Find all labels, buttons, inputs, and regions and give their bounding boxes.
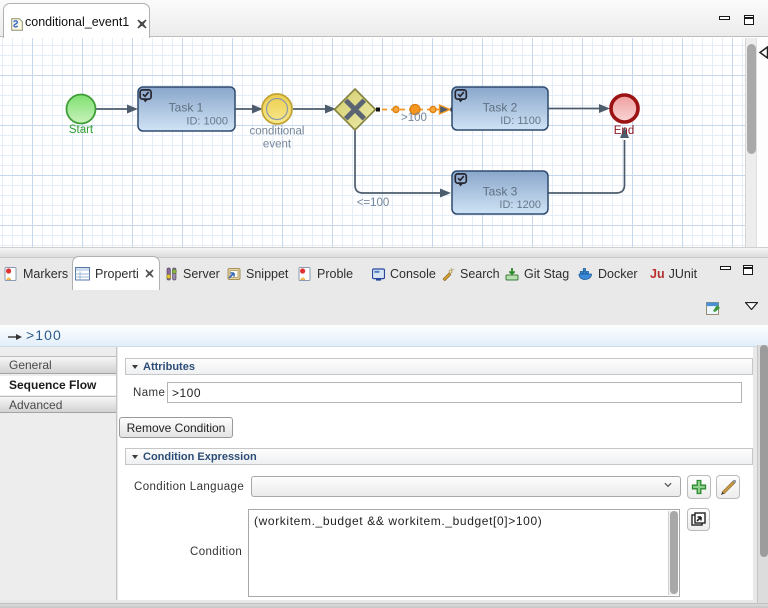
svg-text:ID: 1000: ID: 1000 bbox=[186, 116, 228, 128]
svg-text:>100: >100 bbox=[401, 112, 427, 124]
svg-text:End: End bbox=[614, 125, 634, 137]
svg-text:event: event bbox=[263, 139, 292, 151]
svg-text:<=100: <=100 bbox=[357, 197, 390, 209]
svg-text:conditional: conditional bbox=[250, 126, 305, 138]
svg-text:Start: Start bbox=[69, 124, 94, 136]
svg-text:Task 1: Task 1 bbox=[169, 101, 204, 115]
svg-text:ID: 1200: ID: 1200 bbox=[499, 199, 541, 211]
svg-text:Task 2: Task 2 bbox=[483, 101, 518, 115]
svg-text:Task 3: Task 3 bbox=[483, 185, 518, 199]
svg-text:ID: 1100: ID: 1100 bbox=[500, 115, 541, 127]
